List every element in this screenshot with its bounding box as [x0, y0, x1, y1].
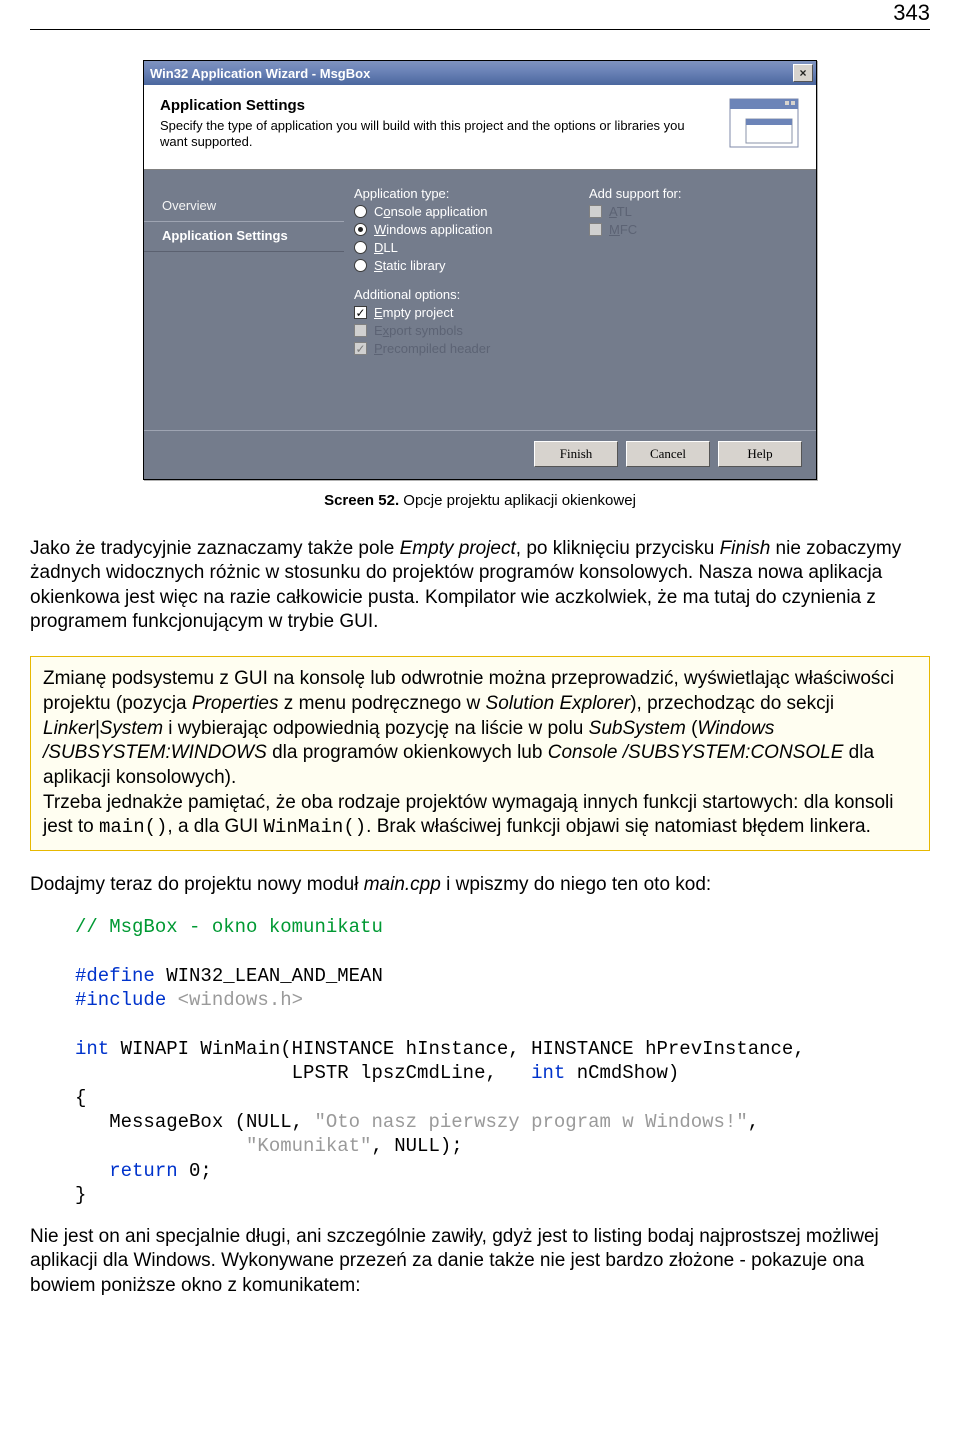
- code-listing: // MsgBox - okno komunikatu #define WIN3…: [75, 915, 930, 1207]
- wizard-sidebar: Overview Application Settings: [144, 170, 344, 430]
- add-support-label: Add support for:: [589, 186, 794, 201]
- sidebar-item-application-settings[interactable]: Application Settings: [144, 221, 344, 252]
- radio-icon: [354, 223, 367, 236]
- radio-label: Console application: [374, 204, 487, 219]
- banner-illustration-icon: [728, 97, 800, 155]
- radio-static-library[interactable]: Static library: [354, 258, 559, 273]
- tip-box: Zmianę podsystemu z GUI na konsolę lub o…: [30, 656, 930, 851]
- radio-label: Windows application: [374, 222, 493, 237]
- checkbox-icon: [589, 223, 602, 236]
- checkbox-label: Export symbols: [374, 323, 463, 338]
- checkbox-label: Precompiled header: [374, 341, 490, 356]
- wizard-form: Application type: Console application Wi…: [344, 170, 816, 430]
- finish-button[interactable]: Finish: [534, 441, 618, 467]
- window-title: Win32 Application Wizard - MsgBox: [150, 66, 370, 81]
- checkbox-mfc: MFC: [589, 222, 794, 237]
- cancel-button[interactable]: Cancel: [626, 441, 710, 467]
- radio-windows-application[interactable]: Windows application: [354, 222, 559, 237]
- radio-icon: [354, 259, 367, 272]
- paragraph-2: Dodajmy teraz do projektu nowy moduł mai…: [30, 873, 930, 897]
- help-button[interactable]: Help: [718, 441, 802, 467]
- checkbox-label: Empty project: [374, 305, 453, 320]
- banner-description: Specify the type of application you will…: [160, 118, 708, 151]
- wizard-window: Win32 Application Wizard - MsgBox × Appl…: [143, 60, 817, 480]
- checkbox-icon: ✓: [354, 342, 367, 355]
- checkbox-label: ATL: [609, 204, 632, 219]
- checkbox-label: MFC: [609, 222, 637, 237]
- additional-options-label: Additional options:: [354, 287, 559, 302]
- paragraph-1: Jako że tradycyjnie zaznaczamy także pol…: [30, 537, 930, 634]
- banner: Application Settings Specify the type of…: [144, 85, 816, 170]
- radio-icon: [354, 205, 367, 218]
- application-type-label: Application type:: [354, 186, 559, 201]
- close-icon[interactable]: ×: [793, 64, 813, 82]
- checkbox-export-symbols: Export symbols: [354, 323, 559, 338]
- radio-label: DLL: [374, 240, 398, 255]
- checkbox-empty-project[interactable]: ✓ Empty project: [354, 305, 559, 320]
- checkbox-precompiled-header: ✓ Precompiled header: [354, 341, 559, 356]
- paragraph-3: Nie jest on ani specjalnie długi, ani sz…: [30, 1225, 930, 1298]
- sidebar-item-overview[interactable]: Overview: [144, 192, 344, 221]
- banner-title: Application Settings: [160, 97, 708, 114]
- checkbox-icon: [589, 205, 602, 218]
- radio-dll[interactable]: DLL: [354, 240, 559, 255]
- titlebar: Win32 Application Wizard - MsgBox ×: [144, 61, 816, 85]
- wizard-footer: Finish Cancel Help: [144, 430, 816, 479]
- figure-caption: Screen 52. Opcje projektu aplikacji okie…: [30, 492, 930, 509]
- checkbox-atl: ATL: [589, 204, 794, 219]
- checkbox-icon: ✓: [354, 306, 367, 319]
- page-number: 343: [30, 0, 930, 30]
- radio-icon: [354, 241, 367, 254]
- radio-label: Static library: [374, 258, 446, 273]
- radio-console-application[interactable]: Console application: [354, 204, 559, 219]
- checkbox-icon: [354, 324, 367, 337]
